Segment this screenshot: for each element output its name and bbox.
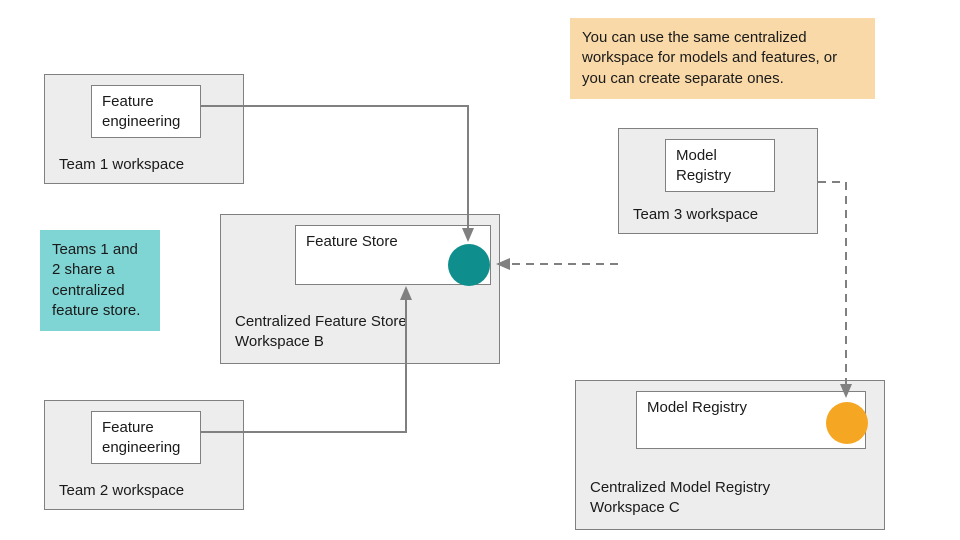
- team3-inner-box: Model Registry: [665, 139, 775, 192]
- team1-label: Team 1 workspace: [59, 156, 184, 173]
- note-shared-feature-store: Teams 1 and 2 share a centralized featur…: [40, 230, 160, 331]
- team2-inner-box: Feature engineering: [91, 411, 201, 464]
- note-centralized-workspace: You can use the same centralized workspa…: [570, 18, 875, 99]
- team1-workspace: Feature engineering Team 1 workspace: [44, 74, 244, 184]
- note-text: Teams 1 and 2 share a centralized featur…: [52, 241, 140, 319]
- team2-workspace: Feature engineering Team 2 workspace: [44, 400, 244, 510]
- team1-inner-box: Feature engineering: [91, 85, 201, 138]
- note-text: You can use the same centralized workspa…: [582, 29, 837, 87]
- feature-store-circle-icon: [448, 244, 490, 286]
- feature-store-label-text: Centralized Feature Store Workspace B: [235, 313, 407, 350]
- model-registry-label: Centralized Model Registry Workspace C: [590, 478, 840, 517]
- feature-store-workspace: Feature Store Centralized Feature Store …: [220, 214, 500, 364]
- model-registry-label-text: Centralized Model Registry Workspace C: [590, 479, 770, 516]
- arrow-team3-to-modelregistry: [818, 182, 846, 396]
- team2-inner-label: Feature engineering: [102, 419, 180, 456]
- model-registry-inner-label: Model Registry: [647, 399, 747, 416]
- team3-workspace: Model Registry Team 3 workspace: [618, 128, 818, 234]
- team3-inner-label: Model Registry: [676, 147, 731, 184]
- model-registry-circle-icon: [826, 402, 868, 444]
- feature-store-inner-label: Feature Store: [306, 233, 398, 250]
- team2-label: Team 2 workspace: [59, 482, 184, 499]
- team3-label: Team 3 workspace: [633, 206, 758, 223]
- feature-store-label: Centralized Feature Store Workspace B: [235, 312, 455, 351]
- team1-inner-label: Feature engineering: [102, 93, 180, 130]
